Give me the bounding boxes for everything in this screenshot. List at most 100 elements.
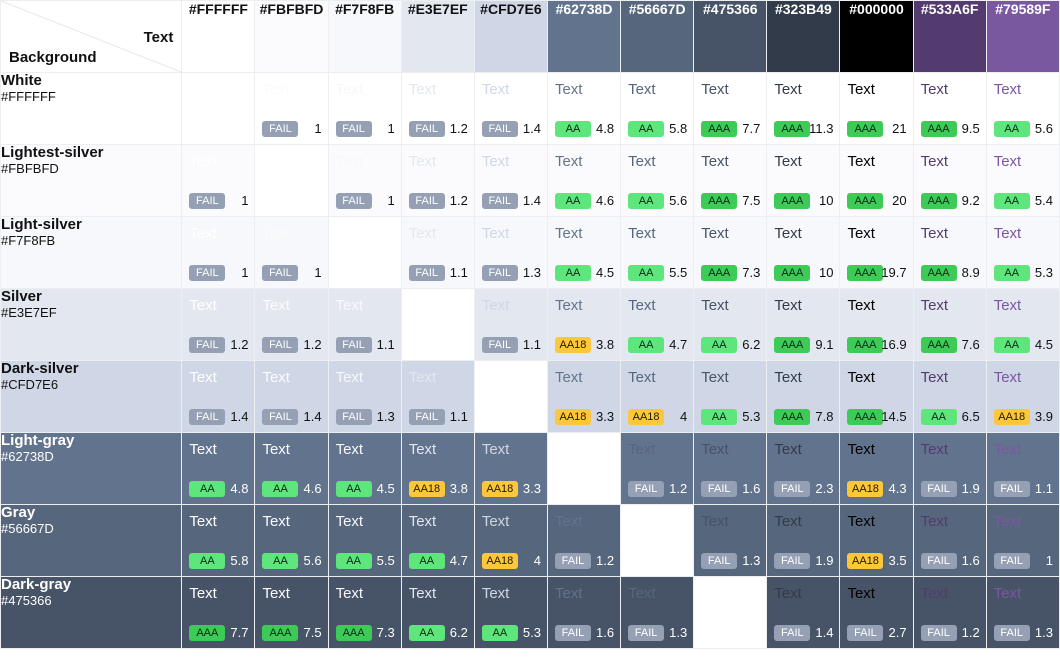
sample-text: Text <box>408 153 437 170</box>
rating-badge: AAA <box>189 625 226 641</box>
empty-self-cell <box>547 433 621 504</box>
contrast-cell: Text FAIL 1.6 <box>694 433 767 504</box>
row-name: White <box>1 72 42 89</box>
contrast-ratio: 1.1 <box>376 337 395 352</box>
contrast-cell: Text AA 5.6 <box>986 73 1059 144</box>
contrast-cell: Text AA 4.7 <box>401 505 474 576</box>
column-header: #FBFBFD <box>255 1 328 72</box>
sample-text: Text <box>774 513 802 530</box>
rating-badge: FAIL <box>920 625 957 641</box>
rating-badge: AA18 <box>847 553 884 569</box>
contrast-ratio: 1 <box>387 121 395 136</box>
rating-badge: FAIL <box>993 625 1030 641</box>
sample-text: Text <box>847 153 875 170</box>
row-name: Light-gray <box>1 432 75 449</box>
contrast-cell: Text AA 5.8 <box>621 73 694 144</box>
rating-badge: FAIL <box>920 553 957 569</box>
contrast-ratio: 1.9 <box>961 481 980 496</box>
rating-badge: AA <box>993 337 1030 353</box>
contrast-ratio: 9.1 <box>815 337 834 352</box>
sample-text: Text <box>847 513 875 530</box>
sample-text: Text <box>408 585 437 602</box>
column-header: #E3E7EF <box>401 1 474 72</box>
contrast-cell: Text AAA 7.7 <box>182 577 255 648</box>
rating-badge: FAIL <box>554 553 591 569</box>
contrast-ratio: 5.3 <box>1034 265 1053 280</box>
contrast-cell: Text FAIL 1.1 <box>401 217 474 288</box>
text-axis-label: Text <box>143 29 174 46</box>
contrast-ratio: 21 <box>892 121 907 136</box>
contrast-ratio: 4.5 <box>376 481 395 496</box>
contrast-cell: Text AA18 3.5 <box>840 505 913 576</box>
column-hex-label: #E3E7EF <box>407 1 468 17</box>
sample-text: Text <box>554 297 583 314</box>
contrast-cell: Text FAIL 1 <box>986 505 1059 576</box>
contrast-ratio: 1.2 <box>230 337 249 352</box>
contrast-ratio: 11.3 <box>809 121 834 136</box>
contrast-cell: Text AA 6.5 <box>913 361 986 432</box>
contrast-cell: Text FAIL 1.1 <box>474 289 547 360</box>
contrast-cell: Text FAIL 1.2 <box>255 289 328 360</box>
rating-badge: FAIL <box>481 121 518 137</box>
column-hex-label: #FBFBFD <box>259 1 324 17</box>
contrast-ratio: 3.9 <box>1034 409 1053 424</box>
contrast-ratio: 1.4 <box>522 193 541 208</box>
background-axis-label: Background <box>9 49 97 66</box>
contrast-cell: Text AA 4.6 <box>255 433 328 504</box>
rating-badge: FAIL <box>701 553 738 569</box>
column-hex-label: #F7F8FB <box>335 1 395 17</box>
contrast-cell: Text AAA 7.5 <box>694 145 767 216</box>
sample-text: Text <box>408 513 437 530</box>
contrast-cell: Text FAIL 1.4 <box>182 361 255 432</box>
rating-badge: AA <box>554 265 591 281</box>
rating-badge: FAIL <box>847 625 884 641</box>
contrast-ratio: 7.3 <box>742 265 761 280</box>
sample-text: Text <box>554 585 583 602</box>
contrast-cell: Text FAIL 1.1 <box>328 289 401 360</box>
contrast-cell: Text AA 6.2 <box>694 289 767 360</box>
contrast-ratio: 9.2 <box>961 193 980 208</box>
rating-badge: AAA <box>701 265 738 281</box>
rating-badge: AA <box>628 121 665 137</box>
column-header: #56667D <box>621 1 694 72</box>
contrast-ratio: 3.3 <box>596 409 615 424</box>
rating-badge: AAA <box>262 625 299 641</box>
sample-text: Text <box>774 369 802 386</box>
contrast-ratio: 4.6 <box>596 193 615 208</box>
rating-badge: FAIL <box>262 409 299 425</box>
sample-text: Text <box>920 297 949 314</box>
rating-badge: AA <box>189 481 226 497</box>
contrast-ratio: 4.7 <box>669 337 688 352</box>
sample-text: Text <box>189 369 217 386</box>
column-header: #533A6F <box>913 1 986 72</box>
contrast-cell: Text AAA 7.3 <box>328 577 401 648</box>
column-header: #62738D <box>547 1 621 72</box>
rating-badge: FAIL <box>262 121 299 137</box>
contrast-cell: Text FAIL 1.1 <box>986 433 1059 504</box>
sample-text: Text <box>262 369 290 386</box>
contrast-ratio: 4.5 <box>596 265 615 280</box>
sample-text: Text <box>262 513 290 530</box>
rating-badge: AA <box>189 553 226 569</box>
contrast-ratio: 2.7 <box>888 625 907 640</box>
row-header: Gray #56667D <box>1 505 182 576</box>
rating-badge: AA <box>628 337 665 353</box>
rating-badge: AAA <box>335 625 372 641</box>
contrast-cell: Text AAA 8.9 <box>913 217 986 288</box>
contrast-ratio: 4.8 <box>230 481 249 496</box>
rating-badge: AAA <box>701 121 738 137</box>
row-header: Dark-silver #CFD7E6 <box>1 361 182 432</box>
rating-badge: FAIL <box>262 337 299 353</box>
contrast-ratio: 4 <box>533 553 541 568</box>
column-hex-label: #475366 <box>703 1 758 17</box>
rating-badge: FAIL <box>774 553 811 569</box>
contrast-ratio: 5.3 <box>522 625 541 640</box>
rating-badge: AA <box>628 193 665 209</box>
rating-badge: AA <box>993 121 1030 137</box>
contrast-ratio: 5.8 <box>230 553 249 568</box>
contrast-ratio: 1.6 <box>596 625 615 640</box>
row-name: Silver <box>1 288 42 305</box>
rating-badge: AA18 <box>554 337 591 353</box>
contrast-ratio: 2.3 <box>815 481 834 496</box>
rating-badge: AA <box>920 409 957 425</box>
